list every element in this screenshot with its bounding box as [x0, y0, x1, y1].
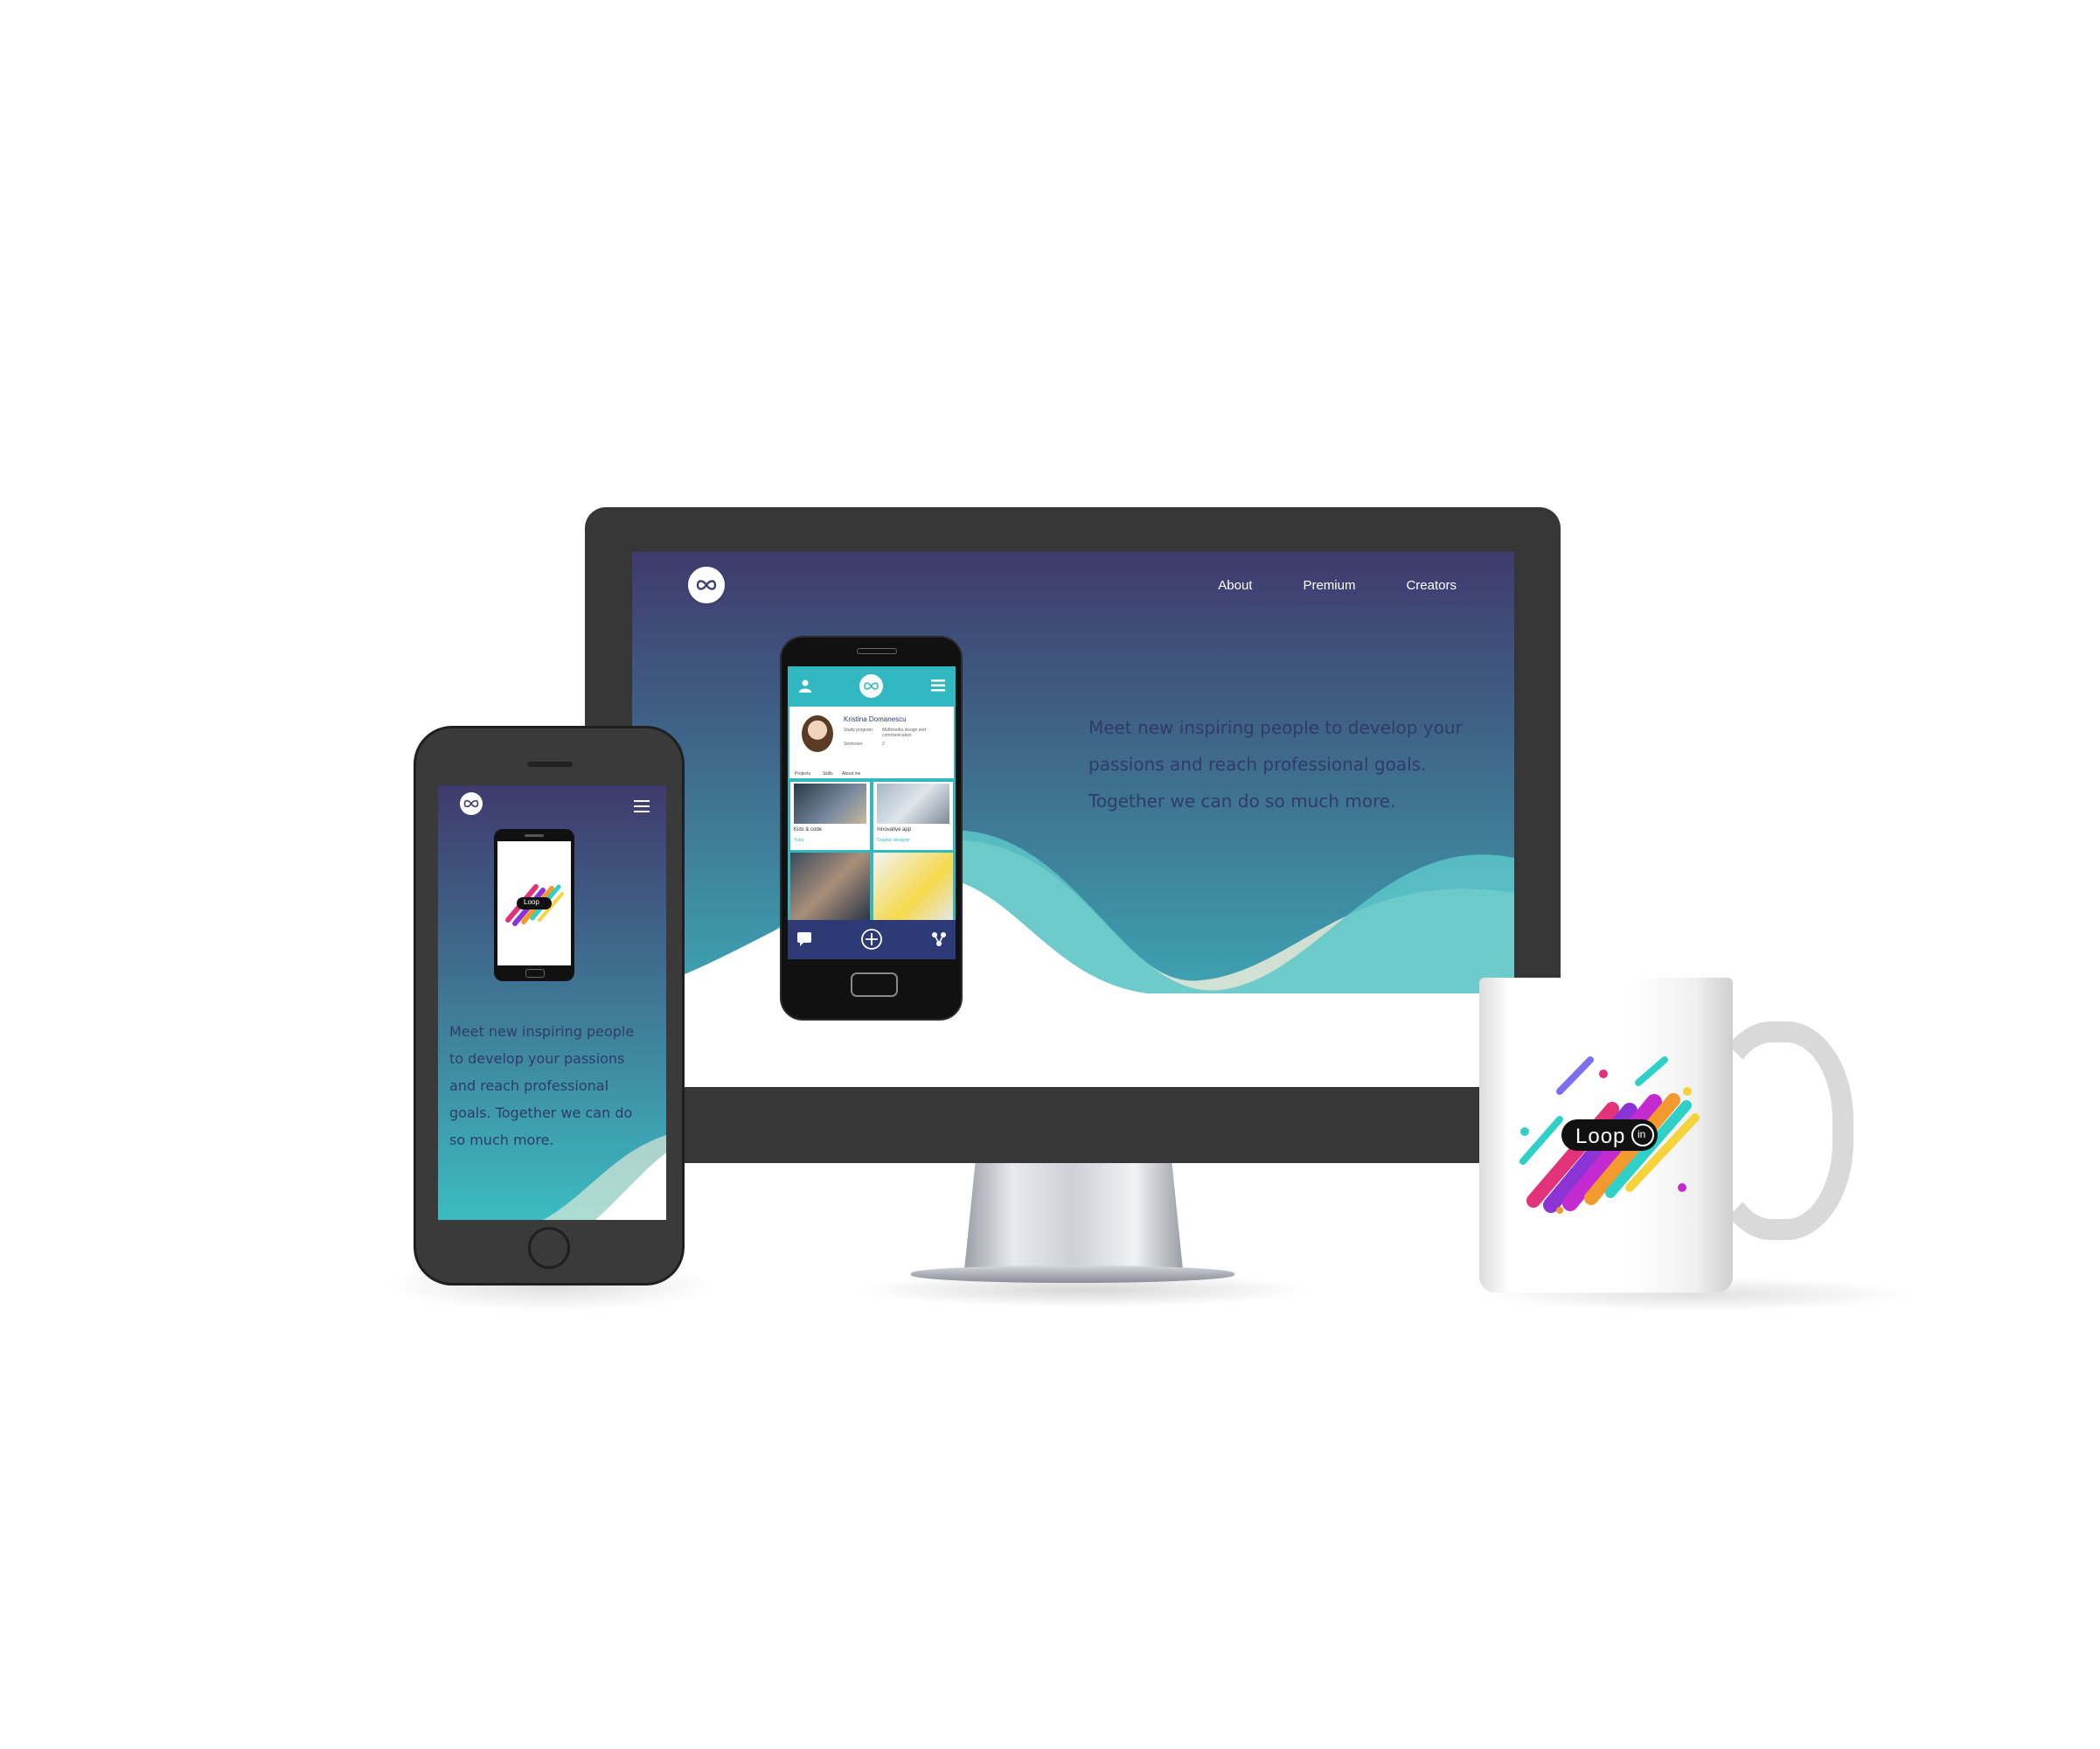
profile-name: Kristina Domanescu [844, 715, 907, 723]
project-card[interactable] [873, 853, 953, 920]
mini-phone-mockup: Loop [494, 829, 574, 981]
nav-premium[interactable]: Premium [1303, 578, 1355, 593]
project-card[interactable] [790, 853, 870, 920]
menu-icon[interactable] [634, 800, 650, 813]
tab-about-me[interactable]: About me [842, 771, 860, 777]
branded-mug: Loop in [1479, 978, 1733, 1293]
chat-icon[interactable] [796, 931, 812, 947]
app-bottom-bar [788, 920, 956, 959]
avatar [802, 715, 833, 752]
project-role: Graphic designer [877, 838, 911, 843]
infinity-logo-icon[interactable] [859, 674, 883, 698]
project-role: Tutor [794, 838, 804, 843]
monitor-stand-base [911, 1265, 1234, 1283]
semester-label: Semester [844, 742, 863, 747]
mobile-website: Loop Meet new inspiring people to develo… [438, 785, 666, 1220]
desktop-website: About Premium Creators Meet new inspirin… [632, 552, 1514, 1087]
project-image [794, 784, 866, 824]
phone-speaker [527, 762, 573, 767]
app-screen: Kristina Domanescu Study program Multime… [788, 666, 956, 959]
app-top-bar [788, 666, 956, 705]
study-program-value: Multimedia design and communication [882, 728, 927, 738]
menu-icon[interactable] [931, 679, 945, 692]
user-icon[interactable] [798, 679, 812, 693]
project-card[interactable]: Kids & code Tutor [790, 782, 870, 850]
mini-loop-brand: Loop [524, 898, 539, 906]
monitor-stand [964, 1163, 1183, 1270]
mini-phone-screen: Loop [497, 841, 571, 965]
add-icon[interactable] [860, 928, 883, 951]
project-image [877, 784, 949, 824]
tab-skills[interactable]: Skills [823, 771, 833, 777]
hero-background [632, 552, 1514, 1087]
study-program-label: Study program [844, 728, 873, 733]
phone-home-button [851, 972, 898, 997]
infinity-logo-icon[interactable] [686, 565, 727, 605]
phone-home-button [528, 1227, 570, 1269]
mobile-phone-mockup: Loop Meet new inspiring people to develo… [414, 726, 685, 1286]
mobile-hero-text: Meet new inspiring people to develop you… [449, 1023, 635, 1148]
hero-text: Meet new inspiring people to develop you… [1088, 717, 1463, 812]
share-icon[interactable] [931, 931, 947, 947]
desktop-monitor: About Premium Creators Meet new inspirin… [585, 507, 1561, 1163]
app-phone-mockup: Kristina Domanescu Study program Multime… [780, 636, 963, 1021]
infinity-logo-icon[interactable] [460, 792, 483, 815]
tab-projects[interactable]: Projects [795, 771, 810, 777]
profile-card: Kristina Domanescu Study program Multime… [788, 705, 956, 780]
mug-brand-text: Loop [1575, 1125, 1626, 1148]
phone-speaker [525, 834, 544, 837]
project-title: Innovative app [877, 827, 912, 833]
phone-home-button [525, 969, 545, 978]
semester-value: 2 [882, 742, 885, 747]
project-grid: Kids & code Tutor Innovative app Graphic… [788, 780, 956, 920]
phone-speaker [857, 648, 897, 654]
main-nav: About Premium Creators [1218, 578, 1457, 593]
mug-brand-suffix: in [1638, 1128, 1646, 1140]
project-title: Kids & code [794, 827, 823, 833]
nav-creators[interactable]: Creators [1406, 578, 1457, 593]
project-card[interactable]: Innovative app Graphic designer [873, 782, 953, 850]
nav-about[interactable]: About [1218, 578, 1252, 593]
